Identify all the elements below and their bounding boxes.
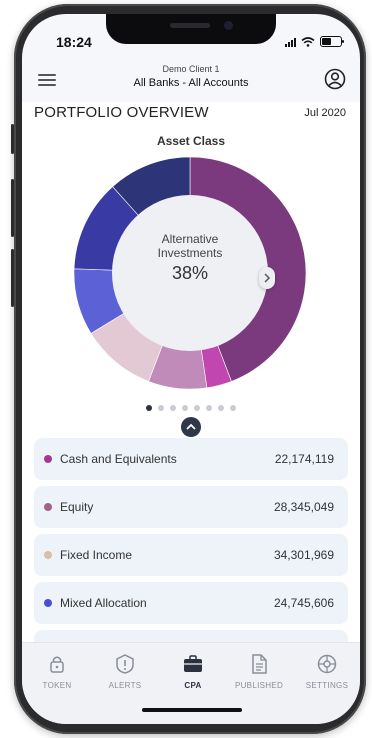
color-bullet [44,551,52,559]
page-title: PORTFOLIO OVERVIEW [34,104,209,121]
tab-settings[interactable]: SETTINGS [294,643,360,703]
chevron-up-icon [186,423,196,430]
center-percentage: 38% [171,263,209,283]
next-slice-button[interactable] [259,267,275,289]
portfolio-overview: PORTFOLIO OVERVIEW Jul 2020 Asset Class … [22,102,360,672]
tab-label: PUBLISHED [234,681,284,690]
client-name: Demo Client 1 [162,64,220,74]
tab-published[interactable]: PUBLISHED [226,643,292,703]
center-category: Alternative Investments [157,232,223,260]
asset-class-row[interactable]: Equity 28,345,049 [34,486,348,528]
volume-down-button [11,249,14,307]
pager-dot[interactable] [158,405,164,411]
color-bullet [44,503,52,511]
chevron-right-icon [264,273,271,283]
color-bullet [44,455,52,463]
lock-icon [50,656,64,673]
status-icons [285,36,344,47]
user-profile-icon[interactable] [324,68,346,90]
pager-dot[interactable] [170,405,176,411]
asset-class-row[interactable]: Mixed Allocation 24,745,606 [34,582,348,624]
asset-class-value: 34,301,969 [273,548,334,562]
asset-class-name: Fixed Income [60,548,133,562]
signal-icon [285,37,296,47]
tab-token[interactable]: TOKEN [24,643,90,703]
volume-up-button [11,179,14,237]
chart-pager [22,405,360,411]
app-header: Demo Client 1 All Banks - All Accounts [22,58,360,100]
pager-dot[interactable] [182,405,188,411]
tab-alerts[interactable]: ALERTS [92,643,158,703]
tab-label: CPA [184,681,202,690]
pager-dot[interactable] [206,405,212,411]
asset-class-name: Equity [60,500,94,514]
tab-label: TOKEN [42,681,72,690]
donut-center-label: Alternative Investments 38% [140,232,240,284]
account-scope-selector[interactable]: All Banks - All Accounts [22,77,360,89]
alert-icon [116,654,134,674]
asset-class-row[interactable]: Cash and Equivalents 22,174,119 [34,438,348,480]
pager-dot[interactable] [194,405,200,411]
tab-label: ALERTS [108,681,142,690]
gear-icon [317,654,337,674]
tab-cpa[interactable]: CPA [160,643,226,703]
chart-title: Asset Class [156,134,226,148]
asset-class-value: 22,174,119 [274,452,334,466]
asset-class-name: Mixed Allocation [60,596,147,610]
pager-dot[interactable] [146,405,152,411]
asset-class-value: 28,345,049 [273,500,334,514]
document-icon [252,654,267,674]
tab-label: SETTINGS [305,681,349,690]
asset-class-name: Cash and Equivalents [60,452,177,466]
battery-icon [320,36,344,47]
period-date[interactable]: Jul 2020 [304,107,346,119]
asset-class-row[interactable]: Fixed Income 34,301,969 [34,534,348,576]
notch [106,14,276,44]
app-screen: 18:24 Demo Client 1 All Banks - All Acco… [22,14,360,724]
mute-switch [11,124,14,154]
status-time: 18:24 [56,34,92,50]
briefcase-icon [184,655,202,672]
collapse-button[interactable] [181,417,201,437]
home-indicator[interactable] [142,708,242,712]
wifi-icon [301,36,315,47]
pager-dot[interactable] [230,405,236,411]
color-bullet [44,599,52,607]
pager-dot[interactable] [218,405,224,411]
asset-class-value: 24,745,606 [273,596,334,610]
